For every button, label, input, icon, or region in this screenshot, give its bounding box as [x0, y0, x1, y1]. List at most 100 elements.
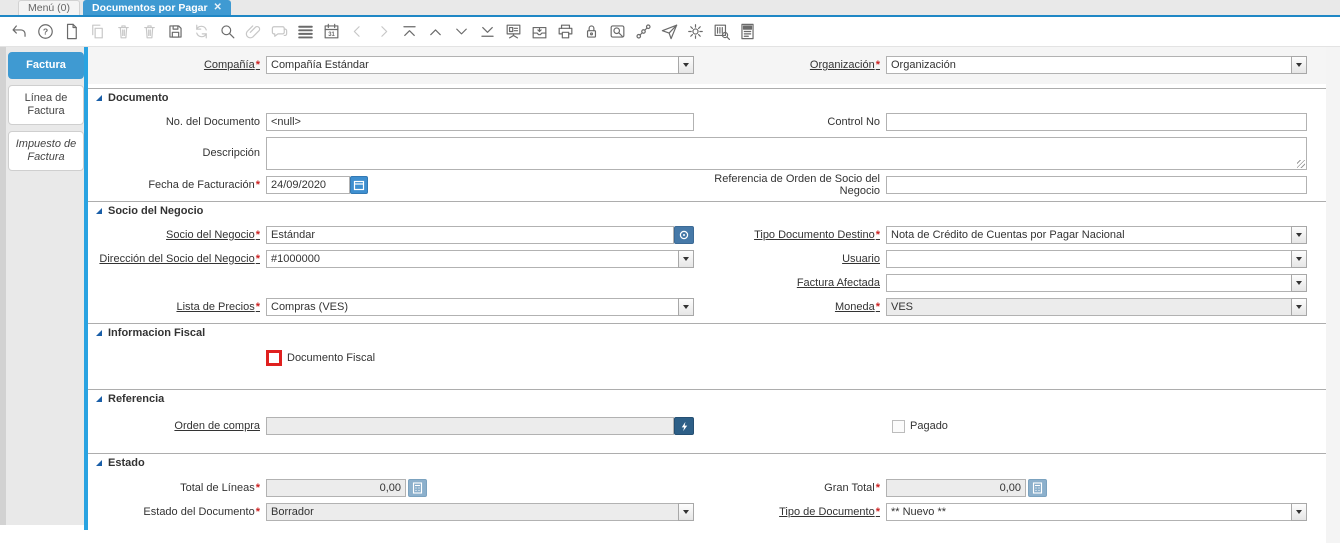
section-informacion-fiscal[interactable]: Informacion Fiscal [88, 323, 1340, 341]
section-socio-title: Socio del Negocio [108, 205, 204, 217]
organizacion-input[interactable] [886, 56, 1291, 74]
no-documento-label: No. del Documento [165, 116, 260, 128]
sidebar-tab-factura[interactable]: Factura [8, 52, 84, 79]
compania-input[interactable] [266, 56, 678, 74]
lista-precios-input[interactable] [266, 298, 678, 316]
socio-negocio-input[interactable] [266, 226, 674, 244]
chevron-down-icon[interactable] [1291, 274, 1307, 292]
required-marker: * [255, 253, 260, 265]
factura-afectada-input[interactable] [886, 274, 1291, 292]
section-socio-del-negocio[interactable]: Socio del Negocio [88, 201, 1340, 219]
attachment-icon[interactable] [240, 19, 266, 45]
chevron-down-icon[interactable] [1291, 56, 1307, 74]
estado-documento-combobox [266, 503, 694, 521]
total-lineas-input[interactable] [266, 479, 406, 497]
orden-compra-input[interactable] [266, 417, 674, 435]
tipo-doc-destino-label: Tipo Documento Destino* [754, 229, 880, 241]
record-search-button[interactable] [674, 226, 694, 244]
pagado-checkbox[interactable] [892, 419, 905, 433]
preferences-icon[interactable] [682, 19, 708, 45]
new-record-icon[interactable] [58, 19, 84, 45]
close-icon[interactable]: ✕ [214, 2, 222, 13]
sidebar-tab-linea-de-factura[interactable]: Línea de Factura [8, 85, 84, 125]
pagado-label: Pagado [910, 420, 948, 432]
next-record-icon[interactable] [448, 19, 474, 45]
control-no-input[interactable] [886, 113, 1307, 131]
toolbar: ? 31 [0, 17, 1340, 47]
grid-toggle-icon[interactable] [292, 19, 318, 45]
chevron-down-icon[interactable] [1291, 250, 1307, 268]
required-marker: * [255, 301, 260, 313]
descripcion-textarea[interactable] [266, 137, 1307, 170]
help-icon[interactable]: ? [32, 19, 58, 45]
delete-selection-icon[interactable] [136, 19, 162, 45]
workflow-icon[interactable] [630, 19, 656, 45]
chevron-down-icon[interactable] [1291, 298, 1307, 316]
tipo-doc-destino-combobox [886, 226, 1307, 244]
fecha-facturacion-input[interactable] [266, 176, 350, 194]
chevron-down-icon[interactable] [678, 250, 694, 268]
calendar-icon[interactable]: 31 [318, 19, 344, 45]
lock-icon[interactable] [578, 19, 604, 45]
zoom-across-icon[interactable] [604, 19, 630, 45]
detail-record-icon[interactable] [500, 19, 526, 45]
calculator-button[interactable] [408, 479, 427, 497]
tipo-doc-destino-input[interactable] [886, 226, 1291, 244]
bolt-icon [681, 421, 687, 431]
previous-page-icon[interactable] [344, 19, 370, 45]
collapse-triangle-icon [96, 95, 102, 101]
resize-grip-icon[interactable] [1297, 160, 1305, 168]
section-referencia[interactable]: Referencia [88, 389, 1340, 407]
gran-total-input[interactable] [886, 479, 1026, 497]
copy-record-icon[interactable] [84, 19, 110, 45]
print-icon[interactable] [552, 19, 578, 45]
chevron-down-icon[interactable] [1291, 503, 1307, 521]
refresh-icon[interactable] [188, 19, 214, 45]
usuario-input[interactable] [886, 250, 1291, 268]
chevron-down-icon[interactable] [678, 56, 694, 74]
archive-icon[interactable] [526, 19, 552, 45]
fecha-facturacion-label: Fecha de Facturación* [148, 179, 260, 191]
report-icon[interactable] [734, 19, 760, 45]
tipo-documento-input[interactable] [886, 503, 1291, 521]
direccion-socio-input[interactable] [266, 250, 678, 268]
save-icon[interactable] [162, 19, 188, 45]
moneda-input[interactable] [886, 298, 1291, 316]
sidebar-splitter[interactable] [0, 47, 6, 525]
section-documento-title: Documento [108, 92, 169, 104]
no-documento-input[interactable] [266, 113, 694, 131]
undo-icon[interactable] [6, 19, 32, 45]
calendar-picker-button[interactable] [350, 176, 368, 194]
calculator-button[interactable] [1028, 479, 1047, 497]
delete-record-icon[interactable] [110, 19, 136, 45]
section-documento[interactable]: Documento [88, 88, 1340, 106]
tipo-documento-label: Tipo de Documento* [779, 506, 880, 518]
socio-negocio-label: Socio del Negocio* [166, 229, 260, 241]
compania-combobox [266, 56, 694, 74]
chat-icon[interactable] [266, 19, 292, 45]
chevron-down-icon[interactable] [678, 298, 694, 316]
estado-documento-input[interactable] [266, 503, 678, 521]
required-marker: * [255, 59, 260, 71]
referencia-orden-input[interactable] [886, 176, 1307, 194]
send-mail-icon[interactable] [656, 19, 682, 45]
organizacion-combobox [886, 56, 1307, 74]
referencia-orden-label: Referencia de Orden de Socio del Negocio [714, 173, 880, 197]
first-record-icon[interactable] [396, 19, 422, 45]
find-icon[interactable] [214, 19, 240, 45]
documento-fiscal-checkbox[interactable] [266, 350, 282, 366]
next-page-icon[interactable] [370, 19, 396, 45]
section-fiscal-title: Informacion Fiscal [108, 327, 206, 339]
collapse-triangle-icon [96, 208, 102, 214]
chevron-down-icon[interactable] [1291, 226, 1307, 244]
section-estado[interactable]: Estado [88, 453, 1340, 471]
svg-text:31: 31 [328, 32, 335, 38]
tab-documentos-por-pagar[interactable]: Documentos por Pagar ✕ [83, 0, 231, 15]
zoom-document-button[interactable] [674, 417, 694, 435]
sidebar-tab-impuesto-de-factura[interactable]: Impuesto de Factura [8, 131, 84, 171]
last-record-icon[interactable] [474, 19, 500, 45]
tab-menu[interactable]: Menú (0) [18, 0, 81, 15]
previous-record-icon[interactable] [422, 19, 448, 45]
product-info-icon[interactable] [708, 19, 734, 45]
chevron-down-icon[interactable] [678, 503, 694, 521]
